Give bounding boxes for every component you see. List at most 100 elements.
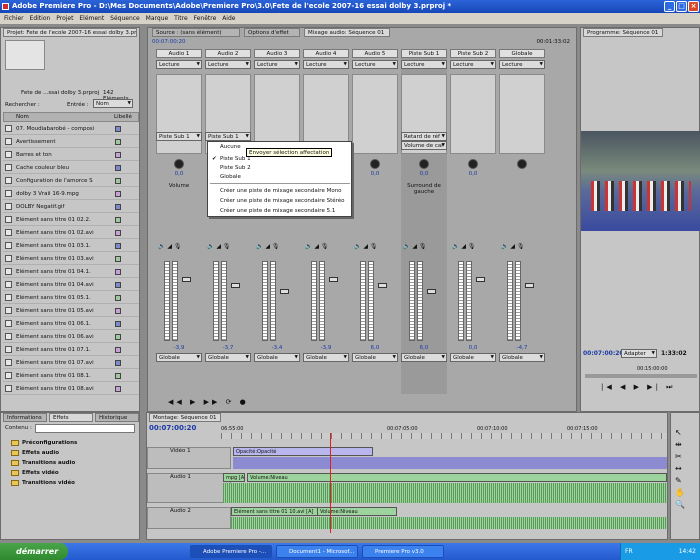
- volume-fader[interactable]: [378, 283, 387, 288]
- label-swatch[interactable]: [115, 152, 121, 158]
- dropdown-item-sub2[interactable]: Piste Sub 2: [220, 165, 251, 171]
- project-item[interactable]: Elément sans titre 01 07.avi: [3, 357, 139, 369]
- output-select[interactable]: Globale: [205, 353, 251, 362]
- fader-value[interactable]: -3,7: [205, 345, 251, 351]
- volume-fader[interactable]: [280, 289, 289, 294]
- label-swatch[interactable]: [115, 191, 121, 197]
- volume-fader[interactable]: [476, 277, 485, 282]
- send-param-select[interactable]: Volume de car: [401, 141, 447, 150]
- folder-presets[interactable]: Préconfigurations: [5, 438, 137, 448]
- project-item[interactable]: Elément sans titre 01 03.1.: [3, 240, 139, 252]
- col-name[interactable]: Nom: [16, 113, 29, 122]
- label-swatch[interactable]: [115, 139, 121, 145]
- video-clip[interactable]: Opacité:Opacité: [233, 447, 373, 456]
- menu-marque[interactable]: Marque: [146, 15, 169, 22]
- menu-element[interactable]: Elément: [79, 15, 104, 22]
- mute-solo-record[interactable]: 🔈 ◢ 🎙: [403, 243, 445, 251]
- monitor-transport[interactable]: |◀ ◀ ▶ ▶| ⏭: [601, 383, 675, 392]
- project-item[interactable]: Elément sans titre 01 04.1.: [3, 266, 139, 278]
- label-swatch[interactable]: [115, 243, 121, 249]
- mute-solo-record[interactable]: 🔈 ◢ 🎙: [501, 243, 543, 251]
- timeline-timecode[interactable]: 00:07:00:20: [149, 424, 196, 432]
- fit-select[interactable]: Adapter: [621, 349, 657, 358]
- tab-audio-mixer[interactable]: Mixage audio: Séquence 01: [304, 28, 390, 37]
- automation-select[interactable]: Lecture: [352, 60, 398, 69]
- volume-fader[interactable]: [231, 283, 240, 288]
- menu-sequence[interactable]: Séquence: [110, 15, 140, 22]
- automation-select[interactable]: Lecture: [499, 60, 545, 69]
- output-select[interactable]: Globale: [450, 353, 496, 362]
- audio1-clip-name[interactable]: mpg [A]: [223, 473, 245, 482]
- dropdown-create-51[interactable]: Créer une piste de mixage secondaire 5.1: [220, 208, 335, 214]
- mixer-timecode[interactable]: 00:07:00:20: [152, 39, 186, 45]
- project-item[interactable]: Elément sans titre 01 05.avi: [3, 305, 139, 317]
- project-item[interactable]: Elément sans titre 01 03.avi: [3, 253, 139, 265]
- effects-search-input[interactable]: [35, 424, 135, 433]
- video-clip-body[interactable]: [233, 457, 667, 469]
- send-knob[interactable]: [419, 159, 429, 169]
- output-select[interactable]: Globale: [254, 353, 300, 362]
- dropdown-item-aucune[interactable]: Aucune: [220, 144, 241, 150]
- tool-icons[interactable]: ↖ ⇹ ✂ ↔ ✎ ✋ 🔍: [675, 427, 685, 511]
- send-select[interactable]: Piste Sub 1: [156, 132, 202, 141]
- menu-titre[interactable]: Titre: [174, 15, 188, 22]
- folder-audio-transitions[interactable]: Transitions audio: [5, 458, 137, 468]
- automation-select[interactable]: Lecture: [401, 60, 447, 69]
- fader-value[interactable]: -4,7: [499, 345, 545, 351]
- playhead[interactable]: [330, 433, 331, 533]
- project-item[interactable]: Elément sans titre 01 05.1.: [3, 292, 139, 304]
- effects-slot[interactable]: [450, 74, 496, 154]
- send-knob[interactable]: [517, 159, 527, 169]
- send-value[interactable]: 0,0: [352, 171, 398, 177]
- tab-history[interactable]: Historique: [95, 413, 139, 422]
- project-item[interactable]: Elément sans titre 01 06.1.: [3, 318, 139, 330]
- mute-solo-record[interactable]: 🔈 ◢ 🎙: [256, 243, 298, 251]
- fader-value[interactable]: 6,0: [352, 345, 398, 351]
- project-item[interactable]: Barres et ton: [3, 149, 139, 161]
- taskbar-word[interactable]: Document1 - Microsof...: [276, 545, 358, 558]
- mute-solo-record[interactable]: 🔈 ◢ 🎙: [158, 243, 200, 251]
- automation-select[interactable]: Lecture: [254, 60, 300, 69]
- label-swatch[interactable]: [115, 321, 121, 327]
- project-item[interactable]: Elément sans titre 01 08.1.: [3, 370, 139, 382]
- folder-audio-effects[interactable]: Effets audio: [5, 448, 137, 458]
- volume-fader[interactable]: [182, 277, 191, 282]
- tab-effects[interactable]: Effets: [49, 413, 93, 422]
- send-knob[interactable]: [174, 159, 184, 169]
- output-select[interactable]: Globale: [303, 353, 349, 362]
- effects-slot[interactable]: [156, 74, 202, 154]
- tab-timeline-sequence[interactable]: Montage: Séquence 01: [149, 413, 221, 422]
- audio2-clip-fx[interactable]: Volume:Niveau: [317, 507, 397, 516]
- project-item[interactable]: 07. Moudiabarobé - composi: [3, 123, 139, 135]
- folder-video-transitions[interactable]: Transitions vidéo: [5, 478, 137, 488]
- label-swatch[interactable]: [115, 204, 121, 210]
- track-audio-1-header[interactable]: Audio 1: [147, 473, 231, 503]
- menu-projet[interactable]: Projet: [56, 15, 73, 22]
- audio1-clip-fx[interactable]: Volume:Niveau: [247, 473, 667, 482]
- send-value[interactable]: 0,0: [401, 171, 447, 177]
- start-button[interactable]: démarrer: [0, 543, 68, 560]
- track-audio-2-header[interactable]: Audio 2: [147, 507, 231, 529]
- send-value[interactable]: 0,0: [450, 171, 496, 177]
- col-label[interactable]: Libellé: [114, 113, 132, 122]
- send-knob[interactable]: [468, 159, 478, 169]
- label-swatch[interactable]: [115, 217, 121, 223]
- project-item[interactable]: DOLBY Negatif.gif: [3, 201, 139, 213]
- timeline-ruler[interactable]: [221, 433, 667, 439]
- volume-fader[interactable]: [525, 283, 534, 288]
- automation-select[interactable]: Lecture: [156, 60, 202, 69]
- language-indicator[interactable]: FR: [625, 543, 633, 560]
- close-button[interactable]: ×: [688, 1, 699, 12]
- fader-value[interactable]: -3,4: [254, 345, 300, 351]
- label-swatch[interactable]: [115, 126, 121, 132]
- mute-solo-record[interactable]: 🔈 ◢ 🎙: [305, 243, 347, 251]
- automation-select[interactable]: Lecture: [303, 60, 349, 69]
- project-item[interactable]: Cache couleur bleu: [3, 162, 139, 174]
- mute-solo-record[interactable]: 🔈 ◢ 🎙: [452, 243, 494, 251]
- dropdown-item-globale[interactable]: Globale: [220, 174, 241, 180]
- dropdown-create-mono[interactable]: Créer une piste de mixage secondaire Mon…: [220, 188, 342, 194]
- label-swatch[interactable]: [115, 295, 121, 301]
- project-item[interactable]: Elément sans titre 01 02.2.: [3, 214, 139, 226]
- send-select[interactable]: Piste Sub 1: [205, 132, 251, 141]
- taskbar-premiere-v3[interactable]: Premiere Pro v3.0: [362, 545, 444, 558]
